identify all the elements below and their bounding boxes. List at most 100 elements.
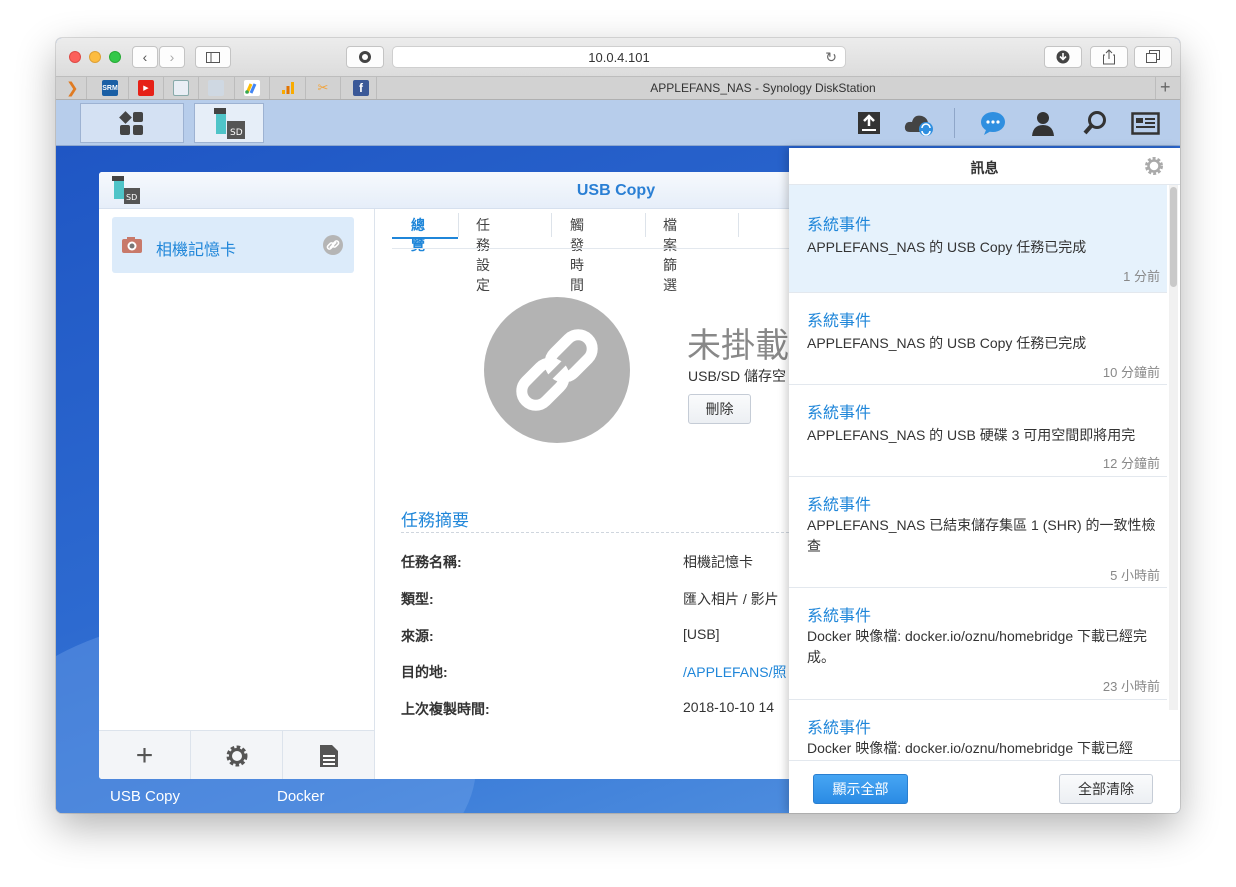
notification-item-title: 系統事件 — [807, 405, 872, 422]
summary-value: 2018-10-10 14 — [683, 699, 775, 715]
window-header[interactable]: SD USB Copy — [99, 172, 839, 209]
notification-item-message: APPLEFANS_NAS 已結束儲存集區 1 (SHR) 的一致性檢查 — [807, 517, 1156, 554]
usb-sd-icon: SD — [214, 108, 245, 139]
destination-link[interactable]: /APPLEFANS/照 — [683, 662, 786, 682]
tab-overview[interactable]: 總覽 — [411, 215, 425, 255]
address-bar[interactable]: 10.0.4.101 ↻ — [392, 46, 846, 68]
google-ads-favicon[interactable] — [244, 80, 260, 96]
usb-copy-taskbar-button[interactable]: SD — [194, 103, 264, 143]
tools-favicon[interactable]: ✂ — [315, 80, 331, 96]
minimize-window-button[interactable] — [89, 51, 101, 63]
plus-icon: + — [135, 738, 154, 772]
notification-item-title: 系統事件 — [807, 313, 872, 330]
notification-title: 訊息 — [970, 160, 999, 176]
notification-item[interactable]: 系統事件 APPLEFANS_NAS 已結束儲存集區 1 (SHR) 的一致性檢… — [789, 477, 1167, 588]
clear-all-button[interactable]: 全部清除 — [1059, 774, 1153, 804]
back-button[interactable]: ‹ — [132, 46, 158, 68]
add-task-button[interactable]: + — [99, 731, 191, 779]
notification-panel: 訊息 系統事件 APPLEFANS_NAS 的 USB Copy 任務已完成 1… — [789, 148, 1180, 813]
scrollbar-thumb[interactable] — [1170, 187, 1177, 287]
tab-task-settings[interactable]: 任務設定 — [476, 215, 490, 295]
notification-item-title: 系統事件 — [807, 720, 872, 737]
close-window-button[interactable] — [69, 51, 81, 63]
widgets-icon[interactable] — [1131, 110, 1161, 136]
desktop-shortcut-usb-copy[interactable]: USB Copy — [110, 788, 180, 805]
messages-icon[interactable] — [980, 110, 1006, 136]
facebook-favicon[interactable]: f — [353, 80, 369, 96]
notification-item-time: 23 小時前 — [1102, 679, 1160, 694]
status-title: 未掛載 — [687, 327, 789, 365]
notification-item[interactable]: 系統事件 Docker 映像檔: docker.io/oznu/homebrid… — [789, 588, 1167, 700]
main-menu-button[interactable] — [80, 103, 184, 143]
privacy-icon — [359, 51, 371, 63]
zoom-window-button[interactable] — [109, 51, 121, 63]
sidebar-toggle-button[interactable] — [195, 46, 231, 68]
tab-trigger-time[interactable]: 觸發時間 — [570, 215, 584, 295]
notification-item-message: Docker 映像檔: docker.io/oznu/homebridge 下載… — [807, 628, 1148, 665]
youtube-favicon[interactable]: ▶ — [138, 80, 154, 96]
show-all-button[interactable]: 顯示全部 — [813, 774, 908, 804]
privacy-report-button[interactable] — [346, 46, 384, 68]
url-text: 10.0.4.101 — [588, 49, 650, 65]
svg-text:SD: SD — [230, 128, 243, 138]
app-favicon[interactable] — [173, 80, 189, 96]
cloud-sync-icon[interactable] — [904, 110, 938, 136]
chevron-left-icon: ‹ — [142, 49, 148, 65]
share-button[interactable] — [1090, 46, 1128, 68]
log-button[interactable] — [283, 731, 374, 779]
usb-copy-window: SD USB Copy 相機記憶卡 + 總覽 任務設定 觸發時間 檔案篩選 未掛… — [99, 172, 839, 779]
forward-button[interactable]: › — [159, 46, 185, 68]
notification-footer: 顯示全部 全部清除 — [789, 760, 1180, 813]
app-favicon[interactable] — [208, 80, 224, 96]
download-icon — [1056, 50, 1070, 64]
notification-item[interactable]: 系統事件 Docker 映像檔: docker.io/oznu/homebrid… — [789, 700, 1167, 760]
search-icon[interactable] — [1082, 110, 1108, 136]
summary-label: 類型: — [401, 591, 434, 607]
reload-icon[interactable]: ↻ — [825, 49, 837, 66]
notification-item-title: 系統事件 — [807, 217, 872, 234]
summary-value: 相機記憶卡 — [683, 554, 753, 570]
notification-item[interactable]: 系統事件 APPLEFANS_NAS 的 USB Copy 任務已完成 1 分前 — [789, 185, 1167, 293]
notification-item[interactable]: 系統事件 APPLEFANS_NAS 的 USB Copy 任務已完成 10 分… — [789, 293, 1167, 385]
scrollbar[interactable] — [1169, 185, 1178, 710]
desktop-shortcut-docker[interactable]: Docker — [277, 788, 325, 805]
notification-header: 訊息 — [789, 148, 1180, 185]
analytics-favicon[interactable] — [280, 80, 296, 96]
user-icon[interactable] — [1030, 110, 1056, 136]
chevron-right-icon[interactable]: ❯ — [66, 79, 79, 97]
summary-value: [USB] — [683, 626, 720, 642]
notification-item[interactable]: 系統事件 APPLEFANS_NAS 的 USB 硬碟 3 可用空間即將用完 1… — [789, 385, 1167, 477]
notification-item-message: APPLEFANS_NAS 的 USB Copy 任務已完成 — [807, 335, 1087, 351]
delete-button[interactable]: 刪除 — [688, 394, 751, 424]
summary-value: 匯入相片 / 影片 — [683, 591, 779, 607]
camera-icon — [122, 237, 142, 253]
browser-window: ‹ › 10.0.4.101 ↻ ❯ SRM ▶ ✂ f APPLEFANS_N… — [56, 38, 1180, 813]
status-subtitle: USB/SD 儲存空 — [688, 368, 787, 384]
task-list: 相機記憶卡 + — [99, 209, 375, 779]
new-tab-button[interactable]: + — [1160, 77, 1171, 98]
task-toolbar: + — [99, 730, 374, 779]
notification-item-message: APPLEFANS_NAS 的 USB 硬碟 3 可用空間即將用完 — [807, 427, 1136, 443]
tab-file-filter[interactable]: 檔案篩選 — [663, 215, 677, 295]
notification-item-time: 5 小時前 — [1110, 568, 1160, 583]
upload-icon[interactable] — [856, 110, 882, 136]
notification-item-time: 12 分鐘前 — [1102, 456, 1160, 471]
notification-item-message: Docker 映像檔: docker.io/oznu/homebridge 下載… — [807, 740, 1134, 756]
grid-icon — [119, 111, 143, 135]
summary-label: 上次複製時間: — [401, 701, 490, 717]
tabs-icon — [1146, 50, 1160, 63]
downloads-button[interactable] — [1044, 46, 1082, 68]
share-icon — [1103, 49, 1115, 65]
srm-favicon[interactable]: SRM — [102, 80, 118, 96]
link-status-icon — [323, 235, 343, 255]
gear-icon[interactable] — [1144, 156, 1164, 176]
tabs-overview-button[interactable] — [1134, 46, 1172, 68]
settings-button[interactable] — [191, 731, 283, 779]
notification-item-time: 10 分鐘前 — [1102, 365, 1160, 380]
document-icon — [319, 744, 338, 767]
tab-title[interactable]: APPLEFANS_NAS - Synology DiskStation — [386, 81, 1140, 95]
task-item-camera-card[interactable]: 相機記憶卡 — [112, 217, 354, 273]
tab-bar: ❯ SRM ▶ ✂ f APPLEFANS_NAS - Synology Dis… — [56, 76, 1180, 100]
notification-item-title: 系統事件 — [807, 608, 872, 625]
dsm-taskbar: SD — [56, 100, 1180, 146]
